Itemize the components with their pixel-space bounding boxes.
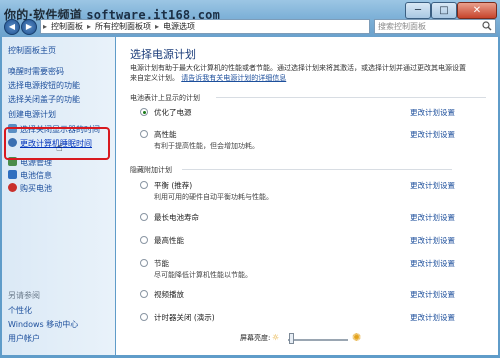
- plan-name: 最高性能: [154, 236, 184, 245]
- plan-name: 高性能: [154, 130, 177, 139]
- power-plan-info-link[interactable]: 请告诉我有关电源计划的详细信息: [181, 74, 286, 82]
- forward-button[interactable]: ▶: [21, 19, 37, 35]
- sidebar-item-label: 电池信息: [20, 171, 52, 180]
- sidebar-item-lid-close[interactable]: 选择关闭盖子的功能: [8, 94, 80, 105]
- sidebar: 控制面板主页 唤醒时需要密码 选择电源按钮的功能 选择关闭盖子的功能 创建电源计…: [2, 37, 115, 355]
- see-also-user-accounts[interactable]: 用户帐户: [8, 333, 40, 344]
- sidebar-item-power-button[interactable]: 选择电源按钮的功能: [8, 80, 80, 91]
- plan-radio-high-performance[interactable]: [140, 130, 148, 138]
- dim-sun-icon: ☼: [272, 333, 280, 342]
- minimize-icon: ─: [414, 5, 422, 16]
- brightness-label: 屏幕亮度:: [240, 334, 271, 342]
- see-also-heading: 另请参阅: [8, 291, 40, 300]
- plan-radio-video-playback[interactable]: [140, 290, 148, 298]
- plan-name: 视频播放: [154, 290, 184, 299]
- sidebar-item-battery-info[interactable]: 电池信息: [8, 170, 52, 181]
- buy-battery-icon: [8, 183, 17, 192]
- back-arrow-icon: ◀: [8, 22, 16, 31]
- plan-description: 尽可能降低计算机性能以节能。: [154, 271, 252, 279]
- section-title-hidden-plans: 隐藏附加计划: [130, 166, 172, 174]
- forward-arrow-icon: ▶: [25, 22, 33, 31]
- sidebar-item-label: 购买电池: [20, 184, 52, 193]
- plan-radio-optimized[interactable]: [140, 108, 148, 116]
- plan-name: 最长电池寿命: [154, 213, 199, 222]
- breadcrumb-separator: ▸: [43, 22, 48, 31]
- plan-name: 计时器关闭 (演示): [154, 313, 215, 322]
- close-icon: ✕: [472, 5, 482, 16]
- sidebar-item-create-plan[interactable]: 创建电源计划: [8, 109, 56, 120]
- section-title-battery-meter: 电池表计上显示的计划: [130, 94, 200, 102]
- breadcrumb-separator: ▸: [87, 22, 92, 31]
- change-plan-settings-link[interactable]: 更改计划设置: [410, 107, 455, 118]
- plan-description: 利用可用的硬件自动平衡功耗与性能。: [154, 193, 273, 201]
- page-description: 电源计划有助于最大化计算机的性能或者节能。通过选择计划来将其激活，或选择计划并通…: [130, 63, 470, 83]
- close-button[interactable]: ✕: [457, 2, 497, 19]
- change-plan-settings-link[interactable]: 更改计划设置: [410, 180, 455, 191]
- sidebar-home-link[interactable]: 控制面板主页: [8, 45, 56, 56]
- back-button[interactable]: ◀: [4, 19, 20, 35]
- main-content: 选择电源计划 电源计划有助于最大化计算机的性能或者节能。通过选择计划来将其激活，…: [116, 37, 498, 355]
- section-divider: [182, 169, 452, 170]
- maximize-icon: □: [439, 5, 449, 16]
- plan-name: 平衡 (推荐): [154, 181, 193, 190]
- plan-radio-max-performance[interactable]: [140, 236, 148, 244]
- plan-radio-max-battery[interactable]: [140, 213, 148, 221]
- breadcrumb-power-options[interactable]: 电源选项: [161, 22, 197, 31]
- plan-radio-balanced[interactable]: [140, 181, 148, 189]
- change-plan-settings-link[interactable]: 更改计划设置: [410, 235, 455, 246]
- title-bar: 你的·软件频道 software.it168.com ─ □ ✕ ◀ ▶ ▸ 控制…: [0, 0, 500, 37]
- brightness-slider-thumb[interactable]: [289, 333, 294, 344]
- search-placeholder: 搜索控制面板: [378, 22, 426, 31]
- address-bar[interactable]: ▸ 控制面板 ▸ 所有控制面板项 ▸ 电源选项: [40, 19, 370, 34]
- search-input[interactable]: 搜索控制面板: [374, 19, 496, 34]
- maximize-button[interactable]: □: [431, 2, 457, 19]
- change-plan-settings-link[interactable]: 更改计划设置: [410, 258, 455, 269]
- plan-name: 优化了电源: [154, 108, 192, 117]
- change-plan-settings-link[interactable]: 更改计划设置: [410, 212, 455, 223]
- breadcrumb-separator: ▸: [155, 22, 160, 31]
- see-also-personalization[interactable]: 个性化: [8, 305, 32, 316]
- change-plan-settings-link[interactable]: 更改计划设置: [410, 312, 455, 323]
- plan-radio-power-saver[interactable]: [140, 259, 148, 267]
- change-plan-settings-link[interactable]: 更改计划设置: [410, 289, 455, 300]
- plan-description: 有利于提高性能，但会增加功耗。: [154, 142, 259, 150]
- section-divider: [216, 97, 486, 98]
- sidebar-item-buy-battery[interactable]: 购买电池: [8, 183, 52, 194]
- bright-sun-icon: ✺: [352, 331, 362, 344]
- breadcrumb-all-items[interactable]: 所有控制面板项: [93, 22, 153, 31]
- brightness-slider-track[interactable]: [288, 339, 348, 341]
- breadcrumb-control-panel[interactable]: 控制面板: [49, 22, 85, 31]
- plan-name: 节能: [154, 259, 169, 268]
- change-plan-settings-link[interactable]: 更改计划设置: [410, 129, 455, 140]
- see-also-mobility-center[interactable]: Windows 移动中心: [8, 319, 78, 330]
- plan-radio-timer-off[interactable]: [140, 313, 148, 321]
- search-icon: [482, 21, 492, 31]
- hand-cursor-icon: ☝: [56, 141, 63, 154]
- battery-info-icon: [8, 170, 17, 179]
- minimize-button[interactable]: ─: [405, 2, 431, 19]
- page-title: 选择电源计划: [130, 48, 196, 61]
- sidebar-item-wake-password[interactable]: 唤醒时需要密码: [8, 66, 64, 77]
